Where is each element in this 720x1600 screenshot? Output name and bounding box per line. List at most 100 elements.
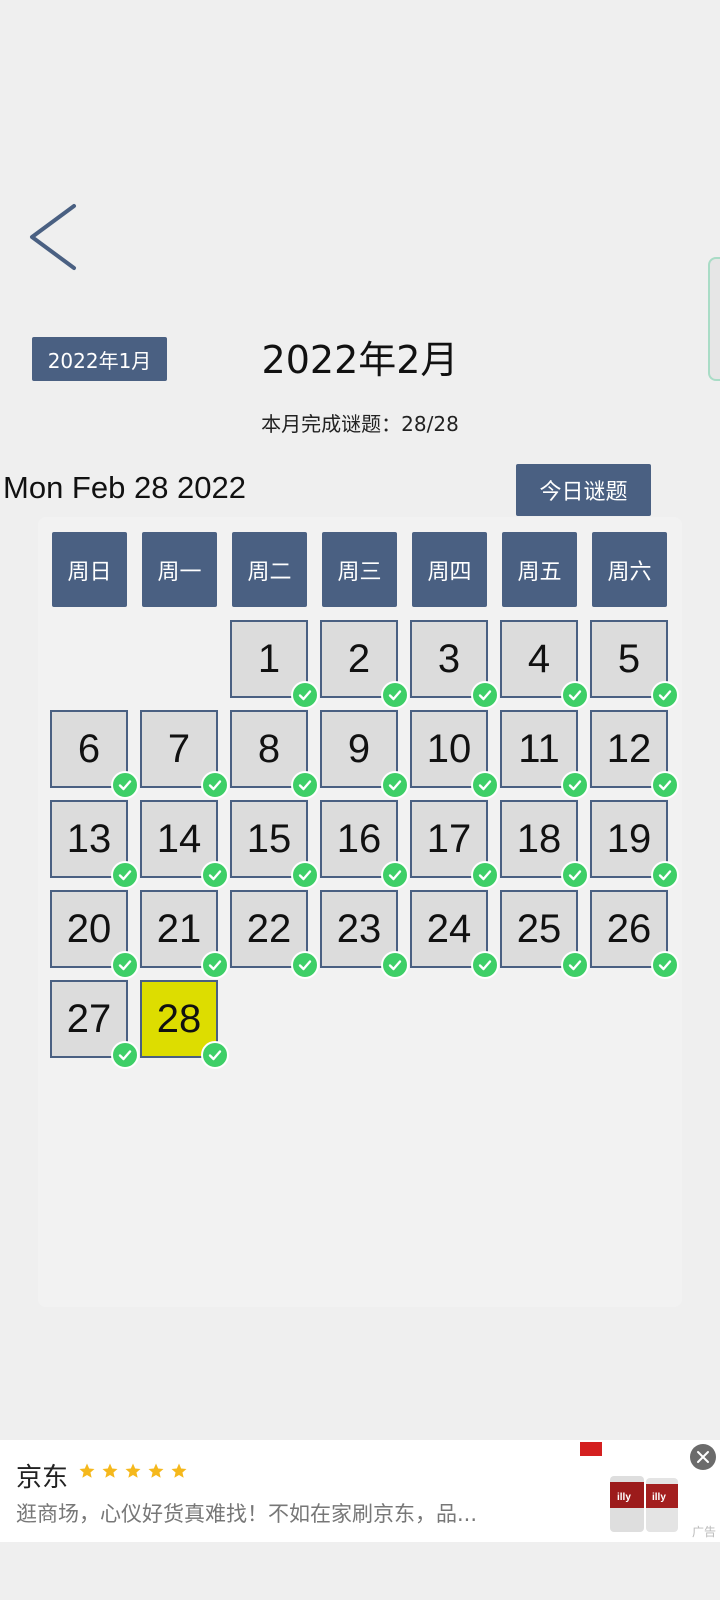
check-circle-icon [471, 861, 499, 889]
day-number: 12 [606, 726, 652, 771]
ad-product-image: illy illy [578, 1440, 688, 1540]
star-icon [101, 1462, 119, 1484]
ad-rating [78, 1462, 188, 1484]
day-number: 21 [156, 906, 202, 951]
day-cell[interactable]: 25 [500, 890, 589, 979]
ad-product-badge: illy [617, 1492, 631, 1503]
check-circle-icon [651, 681, 679, 709]
day-number: 18 [516, 816, 562, 861]
day-cell[interactable]: 27 [50, 980, 139, 1069]
day-cell[interactable]: 14 [140, 800, 229, 889]
chevron-left-icon [30, 204, 76, 270]
check-circle-icon [471, 681, 499, 709]
check-circle-icon [471, 951, 499, 979]
weekday-header: 周六 [592, 532, 667, 607]
day-cell[interactable]: 13 [50, 800, 139, 889]
weekday-header: 周四 [412, 532, 487, 607]
day-cell[interactable]: 9 [320, 710, 409, 799]
month-title: 2022年2月 [261, 338, 459, 382]
svg-text:illy: illy [652, 1492, 666, 1503]
star-icon [170, 1462, 188, 1484]
day-cell[interactable]: 2 [320, 620, 409, 709]
check-circle-icon [561, 951, 589, 979]
side-drawer-handle[interactable] [708, 257, 720, 381]
weekday-header: 周一 [142, 532, 217, 607]
day-number: 17 [426, 816, 472, 861]
day-cell[interactable]: 7 [140, 710, 229, 799]
day-number: 25 [516, 906, 562, 951]
check-circle-icon [381, 681, 409, 709]
day-cell[interactable]: 6 [50, 710, 139, 799]
check-circle-icon [651, 951, 679, 979]
check-circle-icon [201, 771, 229, 799]
check-circle-icon [381, 951, 409, 979]
check-circle-icon [471, 771, 499, 799]
check-circle-icon [381, 861, 409, 889]
check-circle-icon [291, 861, 319, 889]
day-cell[interactable]: 28 [140, 980, 229, 1069]
day-number: 28 [156, 996, 202, 1041]
day-number: 3 [437, 636, 461, 681]
check-circle-icon [561, 681, 589, 709]
day-cell[interactable]: 17 [410, 800, 499, 889]
day-number: 23 [336, 906, 382, 951]
weekday-header: 周三 [322, 532, 397, 607]
day-cell[interactable]: 1 [230, 620, 319, 709]
check-circle-icon [651, 771, 679, 799]
day-number: 5 [617, 636, 641, 681]
check-circle-icon [381, 771, 409, 799]
check-circle-icon [201, 951, 229, 979]
day-number: 26 [606, 906, 652, 951]
day-number: 13 [66, 816, 112, 861]
calendar-grid: 周日 周一 周二 周三 周四 周五 周六 1 2 3 4 5 6 7 8 9 10 11 12 13 14 15 16 17 1… [38, 517, 682, 1307]
day-number: 8 [257, 726, 281, 771]
day-number: 20 [66, 906, 112, 951]
day-cell[interactable]: 22 [230, 890, 319, 979]
ad-banner[interactable]: 京东 逛商场，心仪好货真难找！不如在家刷京东，品... illy illy 广告 [0, 1440, 720, 1542]
day-cell[interactable]: 23 [320, 890, 409, 979]
check-circle-icon [111, 951, 139, 979]
day-number: 19 [606, 816, 652, 861]
close-icon [697, 1451, 709, 1463]
ad-description: 逛商场，心仪好货真难找！不如在家刷京东，品... [16, 1502, 478, 1526]
check-circle-icon [111, 771, 139, 799]
day-cell[interactable]: 20 [50, 890, 139, 979]
today-puzzle-button[interactable]: 今日谜题 [516, 464, 651, 516]
weekday-header: 周五 [502, 532, 577, 607]
check-circle-icon [201, 1041, 229, 1069]
day-cell[interactable]: 4 [500, 620, 589, 709]
ad-label: 广告 [691, 1525, 716, 1539]
day-number: 4 [527, 636, 551, 681]
ad-close-button[interactable] [690, 1444, 716, 1470]
prev-month-button[interactable]: 2022年1月 [32, 337, 167, 381]
day-number: 7 [167, 726, 191, 771]
day-number: 10 [426, 726, 472, 771]
day-number: 14 [156, 816, 202, 861]
star-icon [147, 1462, 165, 1484]
day-cell[interactable]: 26 [590, 890, 679, 979]
day-cell[interactable]: 5 [590, 620, 679, 709]
day-cell[interactable]: 3 [410, 620, 499, 709]
check-circle-icon [111, 1041, 139, 1069]
month-completion-stats: 本月完成谜题：28/28 [261, 412, 459, 436]
day-cell[interactable]: 24 [410, 890, 499, 979]
ad-brand: 京东 [16, 1463, 69, 1493]
day-cell[interactable]: 8 [230, 710, 319, 799]
day-cell[interactable]: 15 [230, 800, 319, 889]
day-cell[interactable]: 11 [500, 710, 589, 799]
day-cell[interactable]: 21 [140, 890, 229, 979]
day-number: 27 [66, 996, 112, 1041]
check-circle-icon [561, 771, 589, 799]
day-number: 6 [77, 726, 101, 771]
back-button[interactable] [22, 200, 82, 274]
day-number: 9 [347, 726, 371, 771]
day-cell[interactable]: 19 [590, 800, 679, 889]
check-circle-icon [651, 861, 679, 889]
day-cell[interactable]: 16 [320, 800, 409, 889]
day-number: 11 [518, 726, 560, 771]
day-cell[interactable]: 10 [410, 710, 499, 799]
day-cell[interactable]: 12 [590, 710, 679, 799]
check-circle-icon [201, 861, 229, 889]
day-cell[interactable]: 18 [500, 800, 589, 889]
day-number: 2 [347, 636, 371, 681]
